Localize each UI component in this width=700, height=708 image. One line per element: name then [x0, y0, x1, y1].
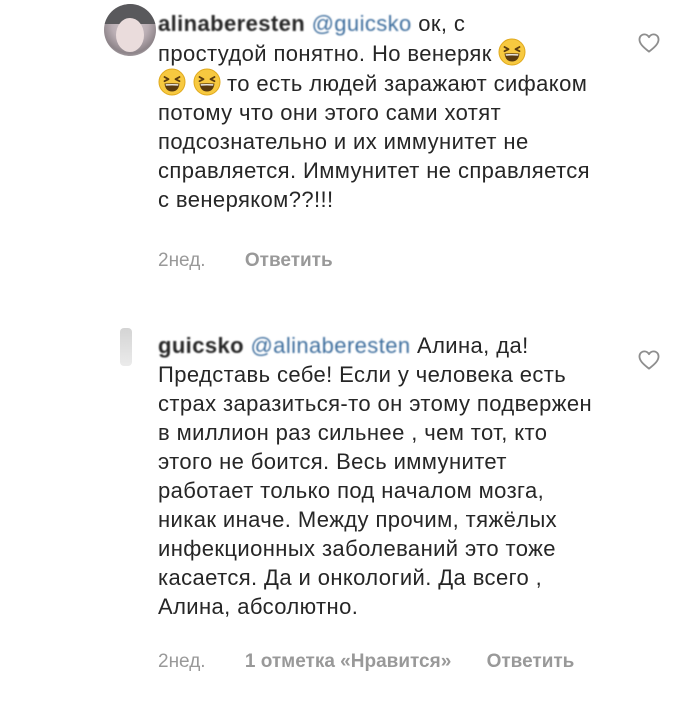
comment-timestamp: 2нед. [158, 250, 206, 271]
comment-body-line2: простудой понятно. Но венеряк [158, 41, 492, 66]
comment: guicsko @alinaberesten Алина, да! Предст… [0, 300, 700, 708]
reply-button[interactable]: Ответить [245, 250, 333, 272]
grinning-squinting-face-icon [158, 68, 186, 96]
comment-username[interactable]: guicsko [158, 333, 244, 358]
avatar-figure [120, 328, 132, 366]
comment-mention[interactable]: @guicsko [312, 11, 412, 36]
heart-outline-icon[interactable] [638, 33, 660, 53]
comment-body-line1: ок, с [418, 11, 466, 36]
heart-outline-icon[interactable] [638, 350, 660, 370]
comment-body-line3: то есть людей заражают [227, 71, 488, 96]
reply-button[interactable]: Ответить [487, 651, 575, 673]
grinning-squinting-face-icon [193, 68, 221, 96]
avatar[interactable] [104, 4, 156, 56]
comment-username[interactable]: alinaberesten [158, 11, 305, 36]
comment-timestamp: 2нед. [158, 651, 206, 672]
comment-meta: 2нед. Ответить [158, 250, 333, 272]
comment-meta: 2нед. 1 отметка «Нравится» Ответить [158, 651, 574, 673]
comment-body: Алина, да! Представь себе! Если у челове… [158, 333, 593, 619]
avatar[interactable] [104, 322, 156, 374]
comment-text: alinaberesten @guicsko ок, с простудой п… [158, 9, 598, 214]
comment: alinaberesten @guicsko ок, с простудой п… [0, 0, 700, 300]
comment-mention[interactable]: @alinaberesten [250, 333, 410, 358]
likes-count-link[interactable]: 1 отметка «Нравится» [245, 651, 451, 673]
grinning-squinting-face-icon [498, 38, 526, 66]
comment-text: guicsko @alinaberesten Алина, да! Предст… [158, 331, 598, 621]
avatar-face [116, 18, 144, 52]
